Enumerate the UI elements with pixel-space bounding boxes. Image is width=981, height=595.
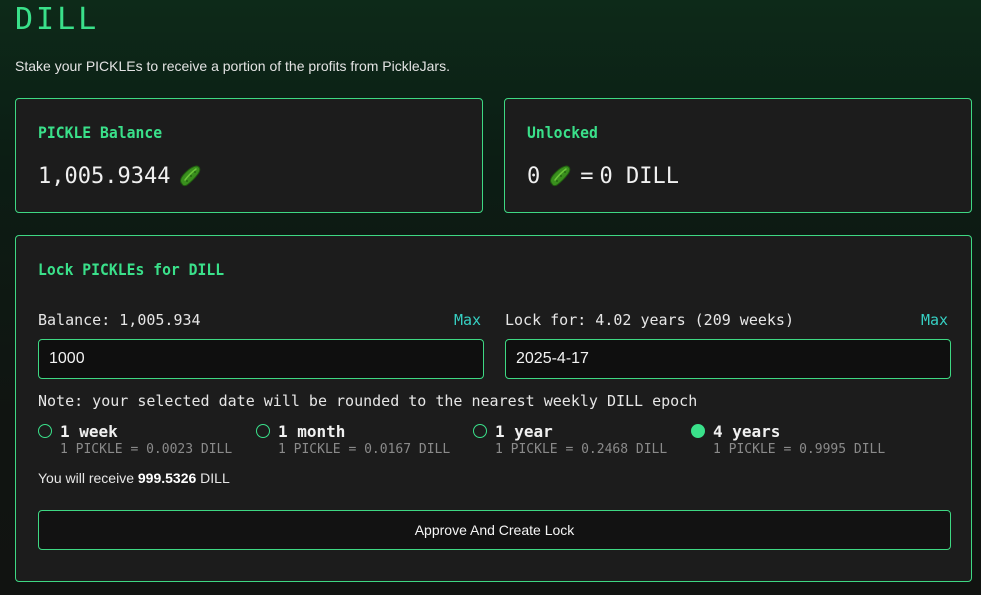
equals-sign: = [580,163,594,189]
option-rate: 1 PICKLE = 0.0023 DILL [60,442,233,457]
option-label: 1 week [60,422,118,441]
page-subtitle: Stake your PICKLEs to receive a portion … [15,58,450,74]
epoch-note: Note: your selected date will be rounded… [38,392,698,410]
lock-duration-label: Lock for: 4.02 years (209 weeks) [505,311,794,329]
pickle-balance-card: PICKLE Balance 1,005.9344 [15,98,483,213]
lock-card-title: Lock PICKLEs for DILL [38,260,225,279]
lock-card: Lock PICKLEs for DILL Balance: 1,005.934… [15,235,972,582]
approve-create-lock-button[interactable]: Approve And Create Lock [38,510,951,550]
unlocked-pickle-amount: 0 [527,163,541,189]
option-rate: 1 PICKLE = 0.9995 DILL [713,442,886,457]
radio-button[interactable] [256,424,270,438]
option-label: 1 month [278,422,346,441]
balance-label: Balance: 1,005.934 [38,311,201,329]
balance-card-title: PICKLE Balance [38,123,163,142]
unlocked-card: Unlocked 0 = 0 DILL [504,98,972,213]
option-label: 1 year [495,422,553,441]
balance-value: 1,005.9344 [38,163,171,189]
lock-date-input[interactable] [505,339,951,379]
duration-max-button[interactable]: Max [921,311,948,329]
unlocked-value-row: 0 = 0 DILL [527,162,679,190]
receive-amount: 999.5326 [137,470,197,486]
receive-prefix: You will receive [38,470,134,486]
radio-button[interactable] [38,424,52,438]
radio-button[interactable] [473,424,487,438]
unlocked-dill-amount: 0 DILL [599,163,679,189]
option-rate: 1 PICKLE = 0.0167 DILL [278,442,451,457]
option-label: 4 years [713,422,781,441]
option-rate: 1 PICKLE = 0.2468 DILL [495,442,668,457]
pickle-icon [176,162,204,190]
balance-value-row: 1,005.9344 [38,162,204,190]
pickle-icon [546,162,574,190]
amount-max-button[interactable]: Max [454,311,481,329]
page-title: DILL [15,2,100,37]
unlocked-card-title: Unlocked [527,123,598,142]
receive-suffix: DILL [200,470,230,486]
lock-amount-input[interactable] [38,339,484,379]
radio-button[interactable] [691,424,705,438]
receive-summary: You will receive 999.5326 DILL [38,470,230,486]
